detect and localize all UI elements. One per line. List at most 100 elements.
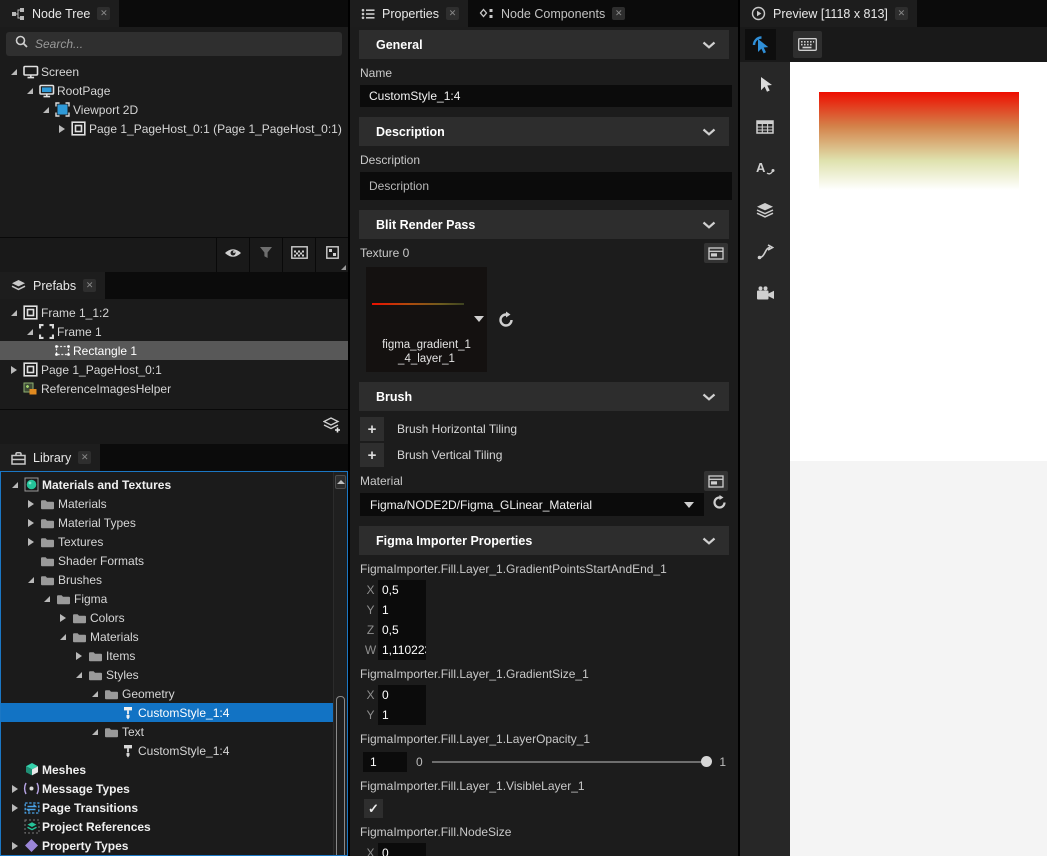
tab-library[interactable]: Library ✕ [0, 444, 100, 471]
section-description[interactable]: Description [359, 117, 729, 146]
layers-button[interactable] [756, 202, 774, 223]
meshes-icon [21, 762, 42, 777]
tree-item-reference-images-helper[interactable]: ReferenceImagesHelper [0, 379, 348, 398]
lib-item-shader-formats[interactable]: Shader Formats [1, 551, 333, 570]
materials-textures-icon [21, 477, 42, 492]
opacity-grid-button[interactable] [282, 238, 315, 272]
lib-item-message-types[interactable]: Message Types [1, 779, 333, 798]
data-sources-button[interactable] [756, 120, 774, 139]
axis-label: X [363, 846, 378, 856]
section-general[interactable]: General [359, 30, 729, 59]
close-icon[interactable]: ✕ [78, 451, 91, 464]
x-field[interactable]: 0 [378, 843, 426, 856]
section-figma-importer[interactable]: Figma Importer Properties [359, 526, 729, 555]
lib-item-styles[interactable]: Styles [1, 665, 333, 684]
search-box[interactable] [6, 32, 342, 56]
slider-max-label: 1 [719, 755, 726, 769]
camera-button[interactable] [756, 286, 775, 305]
preview-viewport[interactable] [790, 62, 1047, 856]
tab-prefabs[interactable]: Prefabs ✕ [0, 272, 105, 299]
open-texture-editor-button[interactable] [704, 243, 728, 263]
lib-item-figma[interactable]: Figma [1, 589, 333, 608]
visibility-toggle-button[interactable] [216, 238, 249, 272]
gradient-rectangle-node[interactable] [819, 92, 1019, 190]
preview-screen-area[interactable] [790, 62, 1047, 461]
text-animation-button[interactable]: A [756, 160, 775, 181]
scroll-up-icon[interactable] [335, 475, 346, 489]
tree-item-frame-1-1-2[interactable]: Frame 1_1:2 [0, 303, 348, 322]
lib-item-geometry[interactable]: Geometry [1, 684, 333, 703]
tab-properties[interactable]: Properties ✕ [350, 0, 468, 27]
interact-tool-button[interactable] [745, 29, 776, 60]
description-input[interactable] [360, 172, 732, 200]
tree-item-screen[interactable]: Screen [0, 62, 348, 81]
lib-item-property-types[interactable]: Property Types [1, 836, 333, 855]
viewport2d-icon [52, 102, 73, 117]
lib-item-materials-and-textures[interactable]: Materials and Textures [1, 475, 333, 494]
close-icon[interactable]: ✕ [446, 7, 459, 20]
close-icon[interactable]: ✕ [612, 7, 625, 20]
lib-item-brushes[interactable]: Brushes [1, 570, 333, 589]
lib-item-customstyle-text[interactable]: CustomStyle_1:4 [1, 741, 333, 760]
checker-corner-icon [326, 246, 339, 264]
tree-item-label: Textures [58, 535, 103, 549]
section-blit-render-pass[interactable]: Blit Render Pass [359, 210, 729, 239]
add-prefab-button[interactable] [315, 410, 348, 444]
add-prefab-icon [323, 417, 341, 438]
reset-texture-button[interactable] [497, 311, 515, 334]
y-field[interactable]: 1 [378, 600, 426, 620]
add-property-button[interactable]: + [360, 417, 384, 441]
name-input[interactable] [360, 85, 732, 107]
filter-button[interactable] [249, 238, 282, 272]
properties-body: General Name Description Description Bli… [350, 27, 738, 856]
lib-item-meshes[interactable]: Meshes [1, 760, 333, 779]
preview-icon [751, 6, 766, 21]
slider-handle[interactable] [701, 756, 712, 767]
lib-item-colors[interactable]: Colors [1, 608, 333, 627]
section-brush[interactable]: Brush [359, 382, 729, 411]
opacity-value-field[interactable]: 1 [363, 752, 407, 772]
opacity-slider[interactable] [432, 761, 711, 763]
library-scrollbar[interactable] [333, 472, 347, 855]
lib-item-text[interactable]: Text [1, 722, 333, 741]
y-field[interactable]: 1 [378, 705, 426, 725]
lib-item-page-transitions[interactable]: Page Transitions [1, 798, 333, 817]
z-field[interactable]: 0,5 [378, 620, 426, 640]
search-input[interactable] [35, 37, 333, 51]
x-field[interactable]: 0,5 [378, 580, 426, 600]
texture-gradient-preview [372, 303, 464, 305]
select-tool-button[interactable] [757, 76, 773, 99]
texture-dropdown[interactable]: figma_gradient_1 _4_layer_1 [366, 267, 487, 372]
visible-layer-checkbox[interactable]: ✓ [364, 799, 383, 818]
virtual-keyboard-button[interactable] [793, 31, 822, 58]
x-field[interactable]: 0 [378, 685, 426, 705]
tab-node-components[interactable]: Node Components ✕ [468, 0, 634, 27]
state-tools-button[interactable] [757, 244, 774, 265]
lib-item-material-types[interactable]: Material Types [1, 513, 333, 532]
lib-item-figma-materials[interactable]: Materials [1, 627, 333, 646]
w-field[interactable]: 1,110223 [378, 640, 426, 660]
tree-item-pagehost[interactable]: Page 1_PageHost_0:1 (Page 1_PageHost_0:1… [0, 119, 348, 138]
lib-item-textures[interactable]: Textures [1, 532, 333, 551]
close-icon[interactable]: ✕ [97, 7, 110, 20]
reset-material-button[interactable] [711, 494, 728, 516]
prefabs-toolbar [0, 409, 348, 444]
tree-item-rectangle-1[interactable]: Rectangle 1 [0, 341, 348, 360]
lib-item-project-references[interactable]: Project References [1, 817, 333, 836]
tree-item-frame-1[interactable]: Frame 1 [0, 322, 348, 341]
close-icon[interactable]: ✕ [83, 279, 96, 292]
tab-preview[interactable]: Preview [1118 x 813] ✕ [740, 0, 917, 27]
lib-item-customstyle-geometry[interactable]: CustomStyle_1:4 [1, 703, 333, 722]
scrollbar-thumb[interactable] [336, 696, 345, 856]
lib-item-materials[interactable]: Materials [1, 494, 333, 513]
lib-item-items[interactable]: Items [1, 646, 333, 665]
tree-item-viewport-2d[interactable]: Viewport 2D [0, 100, 348, 119]
close-icon[interactable]: ✕ [895, 7, 908, 20]
open-material-editor-button[interactable] [704, 471, 728, 491]
background-style-button[interactable] [315, 238, 348, 272]
tree-item-rootpage[interactable]: RootPage [0, 81, 348, 100]
material-dropdown[interactable]: Figma/NODE2D/Figma_GLinear_Material [360, 493, 704, 516]
tab-node-tree[interactable]: Node Tree ✕ [0, 0, 119, 27]
add-property-button[interactable]: + [360, 443, 384, 467]
tree-item-page-pagehost[interactable]: Page 1_PageHost_0:1 [0, 360, 348, 379]
